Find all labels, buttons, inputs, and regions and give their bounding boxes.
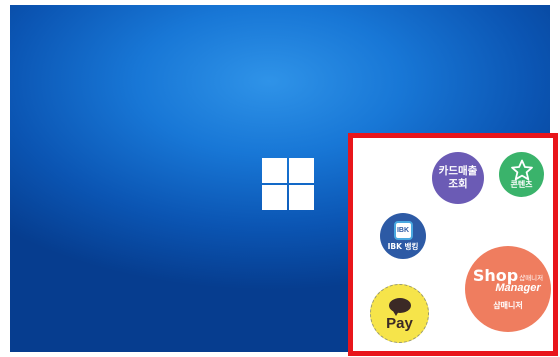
ibk-banking-label: IBK 뱅킹: [387, 241, 419, 251]
contents-label: 콘텐츠: [510, 180, 533, 189]
star-icon: [510, 159, 533, 181]
windows-logo-pane: [262, 158, 287, 183]
ibk-icon-text: IBK: [396, 226, 410, 234]
pay-label: Pay: [386, 314, 413, 332]
speech-bubble-icon: [388, 297, 411, 316]
card-sales-label-line1: 카드매출: [438, 165, 478, 177]
shop-brand-manager: Manager: [495, 281, 541, 294]
windows-logo-pane: [289, 158, 314, 183]
windows-logo-pane: [262, 185, 287, 210]
ibk-banking-app-button[interactable]: IBK IBK 뱅킹: [380, 213, 426, 259]
card-sales-label-line2: 조회: [448, 178, 468, 190]
ibk-logo-icon: IBK: [393, 220, 413, 240]
windows-logo-pane: [289, 185, 314, 210]
windows-logo-icon[interactable]: [262, 158, 314, 210]
shop-manager-app-button[interactable]: Shop 샵매니저 Manager 샵매니저: [465, 246, 551, 332]
contents-app-button[interactable]: 콘텐츠: [499, 152, 544, 197]
card-sales-app-button[interactable]: 카드매출 조회: [432, 152, 484, 204]
app-launcher-panel: 카드매출 조회 콘텐츠 IBK IBK 뱅킹 Shop 샵매니저 Manager…: [348, 133, 558, 356]
shop-manager-label: 샵매니저: [493, 300, 523, 310]
kakao-pay-app-button[interactable]: Pay: [370, 284, 429, 343]
